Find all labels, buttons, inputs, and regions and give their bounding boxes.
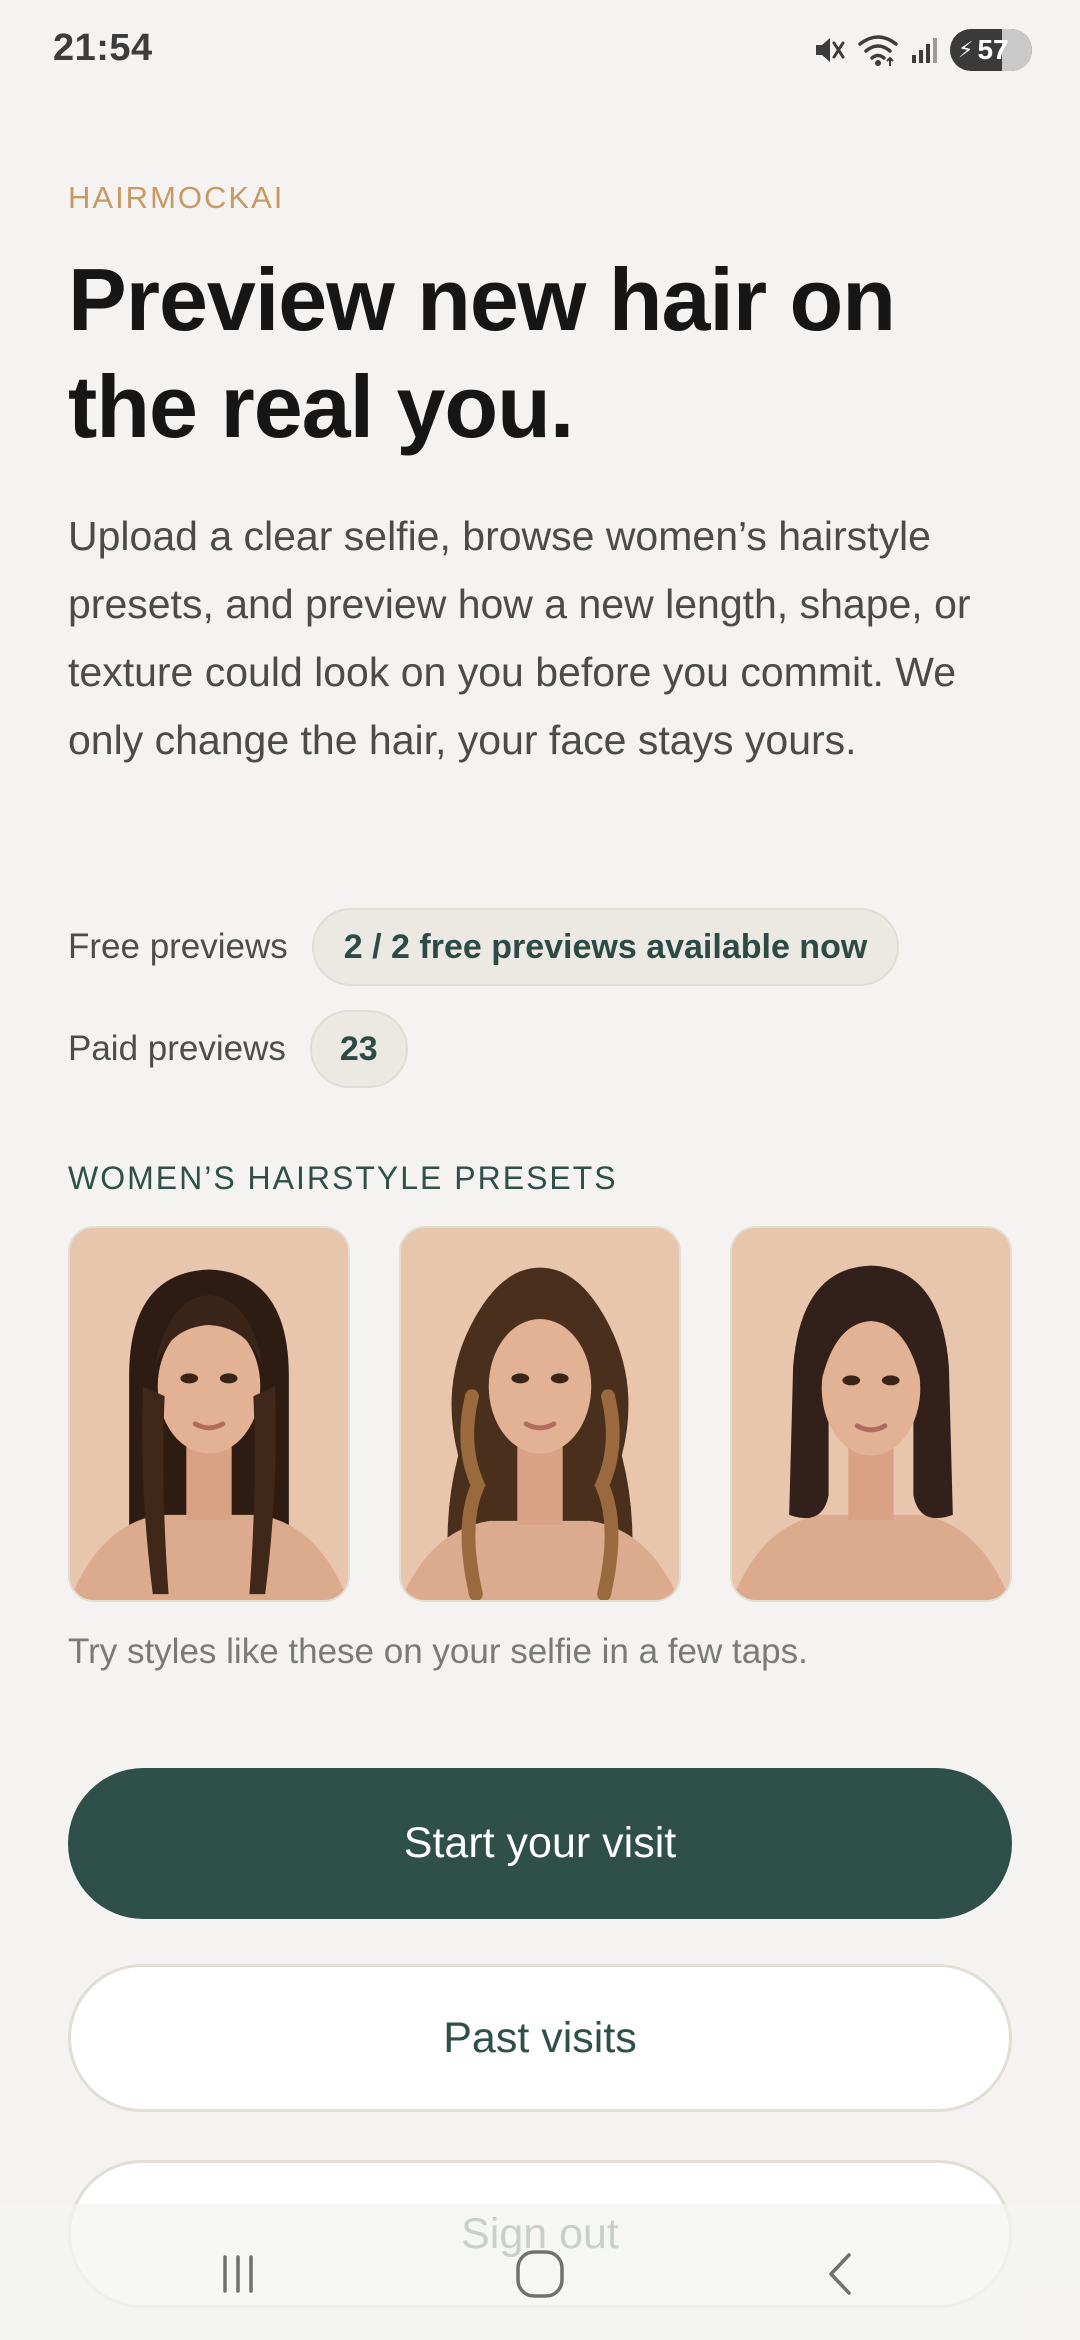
status-bar: 21:54 ⚡ 57 bbox=[0, 0, 1080, 100]
free-previews-badge: 2 / 2 free previews available now bbox=[311, 908, 900, 986]
start-visit-button[interactable]: Start your visit bbox=[68, 1768, 1012, 1919]
app-screen: 21:54 ⚡ 57 HAIRMOCKAI Preview new hair o… bbox=[0, 0, 1080, 2340]
paid-previews-row: Paid previews 23 bbox=[68, 1010, 408, 1088]
signal-icon bbox=[910, 35, 940, 65]
preset-card-wavy bbox=[399, 1226, 681, 1602]
free-previews-row: Free previews 2 / 2 free previews availa… bbox=[68, 908, 900, 986]
paid-previews-badge: 23 bbox=[309, 1010, 408, 1088]
preset-card-lob bbox=[730, 1226, 1012, 1602]
past-visits-button[interactable]: Past visits bbox=[68, 1964, 1012, 2112]
home-icon[interactable] bbox=[500, 2234, 580, 2314]
back-icon[interactable] bbox=[802, 2234, 882, 2314]
preset-image bbox=[732, 1228, 1010, 1600]
mute-icon bbox=[812, 33, 846, 67]
preset-card-layered bbox=[68, 1226, 350, 1602]
status-icons: ⚡ 57 bbox=[812, 28, 1032, 72]
status-time: 21:54 bbox=[53, 27, 153, 69]
preset-image bbox=[401, 1228, 679, 1600]
wifi-icon bbox=[856, 32, 900, 68]
battery-charging-icon: ⚡ 57 bbox=[950, 29, 1032, 71]
intro-text: Upload a clear selfie, browse women’s ha… bbox=[68, 513, 971, 763]
paid-previews-label: Paid previews bbox=[68, 1029, 286, 1068]
page-title: Preview new hair on the real you. bbox=[68, 250, 896, 456]
free-previews-label: Free previews bbox=[68, 927, 288, 966]
presets-gallery bbox=[68, 1226, 1012, 1602]
system-nav-bar bbox=[0, 2204, 1080, 2340]
recents-icon[interactable] bbox=[198, 2234, 278, 2314]
battery-level: 57 bbox=[977, 34, 1009, 65]
brand-label: HAIRMOCKAI bbox=[68, 180, 285, 215]
presets-caption: Try styles like these on your selfie in … bbox=[68, 1632, 808, 1671]
preset-image bbox=[70, 1228, 348, 1600]
presets-heading: WOMEN’S HAIRSTYLE PRESETS bbox=[68, 1160, 618, 1196]
